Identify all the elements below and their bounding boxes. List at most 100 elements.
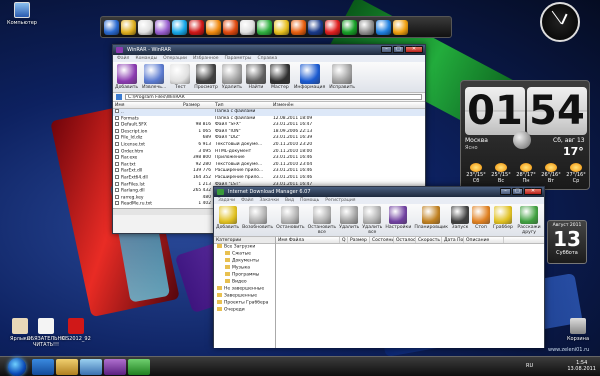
column-header-modified[interactable]: Изменён (271, 102, 331, 108)
desktop-icon-recycle-bin[interactable]: Корзина (558, 318, 598, 342)
wizard-button[interactable]: Мастер (269, 64, 290, 92)
taskbar-media-icon[interactable] (80, 359, 102, 375)
column-header-name[interactable]: Имя (113, 102, 181, 108)
menu-item[interactable]: Параметры (225, 55, 252, 62)
dock-firefox-icon[interactable] (291, 19, 306, 35)
close-button[interactable]: ✕ (524, 188, 542, 195)
dock-gear-icon[interactable] (359, 19, 374, 35)
dock-globe-icon[interactable] (376, 19, 391, 35)
dock-cube-icon[interactable] (257, 19, 272, 35)
menu-item[interactable]: Справка (257, 55, 277, 62)
desktop-icon-computer[interactable]: Компьютер (2, 2, 42, 26)
taskbar-explorer-icon[interactable] (56, 359, 78, 375)
column-header[interactable]: Дата По... (442, 237, 464, 243)
column-header[interactable]: Скорость (416, 237, 442, 243)
dock-orange-icon[interactable] (206, 19, 221, 35)
maximize-button[interactable]: □ (512, 188, 523, 195)
column-header[interactable]: Q (340, 237, 348, 243)
dock-wand-icon[interactable] (155, 19, 170, 35)
table-row[interactable]: RarExt.dll 139 776 Расширение прило... 23.0… (113, 168, 425, 175)
menu-item[interactable]: Файл (241, 197, 253, 204)
maximize-button[interactable]: □ (393, 46, 404, 53)
resume-button[interactable]: Возобновить (242, 206, 273, 236)
table-row[interactable]: .. Папка с файлами (113, 109, 425, 116)
start-queue-button[interactable]: Запуск (451, 206, 470, 236)
idm-titlebar[interactable]: Internet Download Manager 6.07 – □ ✕ (214, 187, 544, 197)
dock-edit-icon[interactable] (138, 19, 153, 35)
dock-monitor-icon[interactable] (104, 19, 119, 35)
dock-photoshop-icon[interactable] (308, 19, 323, 35)
dock-skype-icon[interactable] (172, 19, 187, 35)
category-item[interactable]: Музыка (214, 265, 275, 272)
column-header-size[interactable]: Размер (181, 102, 213, 108)
table-row[interactable]: RarExt64.dll 164 352 Расширение прило... 23… (113, 174, 425, 182)
table-row[interactable]: Descript.ion 1 065 Файл "ION" 18.09.2006 22… (113, 128, 425, 136)
add-url-button[interactable]: Добавить (216, 206, 239, 236)
tell-friend-button[interactable]: Расскажи другу (516, 206, 542, 236)
view-button[interactable]: Просмотр (194, 64, 218, 92)
table-row[interactable]: Default.SFX 98 816 Файл "SFX" 23.01.2011 16… (113, 122, 425, 129)
winrar-path-field[interactable]: C:\Program Files\WinRAR (125, 94, 422, 100)
dock-chrome-icon[interactable] (274, 19, 289, 35)
category-item[interactable]: Все Загрузки (214, 244, 275, 251)
dock-opera-icon[interactable] (189, 19, 204, 35)
start-button[interactable] (8, 358, 26, 376)
menu-item[interactable]: Избранное (193, 55, 219, 62)
delete-button[interactable]: Удалить (339, 206, 359, 236)
tray-clock[interactable]: 1:54 13.08.2011 (567, 360, 596, 372)
table-row[interactable]: License.txt 6 913 Текстовый докуме... 20.11… (113, 141, 425, 149)
category-item[interactable]: Очереди (214, 307, 275, 314)
dock-mail-icon[interactable] (223, 19, 238, 35)
category-item[interactable]: Проекты Граббера (214, 300, 275, 307)
dock-player-icon[interactable] (393, 19, 408, 35)
menu-item[interactable]: Закачки (260, 197, 279, 204)
minimize-button[interactable]: – (500, 188, 511, 195)
idm-window[interactable]: Internet Download Manager 6.07 – □ ✕ Зад… (213, 186, 545, 348)
taskbar-winrar-icon[interactable] (104, 359, 126, 375)
dock-torrent-icon[interactable] (342, 19, 357, 35)
category-item[interactable]: Документы (214, 258, 275, 265)
category-item[interactable]: Завершенные (214, 293, 275, 300)
scheduler-button[interactable]: Планировщик (414, 206, 448, 236)
table-row[interactable]: Order.htm 3 095 HTML-документ 20.11.2010 18… (113, 148, 425, 156)
table-row[interactable]: File_Id.diz 689 Файл "DIZ" 23.01.2011 16:39 (113, 135, 425, 142)
winrar-titlebar[interactable]: WinRAR - WinRAR – □ ✕ (113, 45, 425, 55)
grabber-button[interactable]: Граббер (493, 206, 513, 236)
column-header[interactable]: Имя Файла (276, 237, 340, 243)
column-header[interactable]: Состояние (370, 237, 394, 243)
find-button[interactable]: Найти (245, 64, 266, 92)
repair-button[interactable]: Исправить (329, 64, 355, 92)
stop-button[interactable]: Остановить (276, 206, 305, 236)
desktop-icon-kaspersky[interactable]: KIS2012_92 (56, 318, 96, 342)
dock-music-icon[interactable] (121, 19, 136, 35)
add-archive-button[interactable]: Добавить (115, 64, 138, 92)
close-button[interactable]: ✕ (405, 46, 423, 53)
table-row[interactable]: Formats Папка с файлами 12.08.2011 18:09 (113, 115, 425, 123)
test-button[interactable]: Тест (170, 64, 191, 92)
menu-item[interactable]: Команды (135, 55, 157, 62)
table-row[interactable]: Rar.txt 92 280 Текстовый докуме... 20.11.20… (113, 161, 425, 169)
category-item[interactable]: Сжатые (214, 251, 275, 258)
minimize-button[interactable]: – (381, 46, 392, 53)
category-item[interactable]: Видео (214, 279, 275, 286)
delete-all-button[interactable]: Удалить все (362, 206, 382, 236)
info-button[interactable]: Информация (294, 64, 325, 92)
delete-button[interactable]: Удалить (222, 64, 242, 92)
menu-item[interactable]: Задачи (218, 197, 235, 204)
menu-item[interactable]: Вид (285, 197, 294, 204)
category-item[interactable]: Не завершенные (214, 286, 275, 293)
taskbar-idm-icon[interactable] (128, 359, 150, 375)
settings-button[interactable]: Настройки (385, 206, 411, 236)
dock-home-icon[interactable] (240, 19, 255, 35)
dock-warning-icon[interactable] (325, 19, 340, 35)
menu-item[interactable]: Помощь (300, 197, 319, 204)
column-header-type[interactable]: Тип (213, 102, 271, 108)
menu-item[interactable]: Операции (163, 55, 187, 62)
table-row[interactable]: Rar.exe 398 800 Приложение 23.01.2011 16:46 (113, 155, 425, 162)
category-item[interactable]: Программы (214, 272, 275, 279)
menu-item[interactable]: Файл (117, 55, 129, 62)
extract-button[interactable]: Извлечь... (142, 64, 166, 92)
taskbar-ie-icon[interactable] (32, 359, 54, 375)
menu-item[interactable]: Регистрация (325, 197, 355, 204)
column-header[interactable]: Осталось (394, 237, 416, 243)
